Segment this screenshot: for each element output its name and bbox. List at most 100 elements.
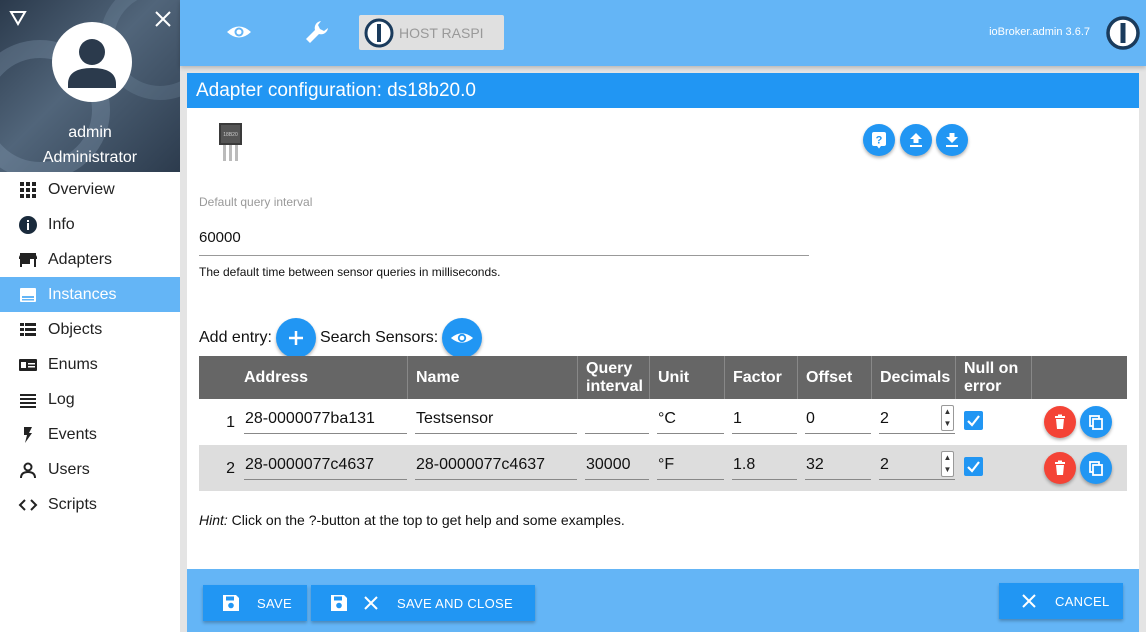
wrench-icon[interactable] — [304, 19, 330, 45]
sidebar-item-label: Overview — [48, 180, 115, 198]
search-sensors-button[interactable] — [442, 318, 483, 358]
unit-input[interactable] — [657, 404, 724, 434]
check-icon — [967, 415, 980, 427]
top-bar: HOST RASPI ioBroker.admin 3.6.7 — [180, 0, 1146, 66]
sidebar-item-label: Objects — [48, 320, 103, 338]
row-number: 1 — [226, 414, 235, 431]
help-icon: ? — [872, 132, 886, 149]
sidebar-item-instances[interactable]: Instances — [0, 277, 180, 312]
column-header-actions — [1031, 356, 1032, 399]
column-header-factor: Factor — [724, 356, 782, 399]
eye-icon — [451, 333, 474, 343]
sidebar-item-label: Adapters — [48, 250, 113, 268]
sidebar-item-enums[interactable]: Enums — [0, 347, 180, 382]
svg-text:?: ? — [876, 135, 883, 147]
search-sensors-label: Search Sensors: — [319, 329, 439, 346]
close-icon[interactable] — [153, 9, 173, 29]
user-profile-header: admin Administrator — [0, 0, 180, 172]
address-input[interactable] — [244, 450, 407, 480]
address-input[interactable] — [244, 404, 407, 434]
save-icon — [223, 595, 239, 611]
avatar — [52, 22, 132, 102]
unit-input[interactable] — [657, 450, 724, 480]
copy-icon — [1089, 415, 1103, 430]
sidebar-item-overview[interactable]: Overview — [0, 172, 180, 207]
column-header-offset: Offset — [797, 356, 852, 399]
sidebar-nav: Overview Info Adapters Instances Objects — [0, 172, 180, 522]
copy-row-button[interactable] — [1080, 406, 1112, 438]
cancel-button[interactable]: CANCEL — [999, 583, 1123, 619]
sidebar-item-adapters[interactable]: Adapters — [0, 242, 180, 277]
bottom-action-bar: SAVE SAVE AND CLOSE CANCEL — [187, 569, 1139, 632]
trash-icon — [1055, 414, 1065, 429]
code-icon — [18, 495, 38, 515]
iobroker-logo-icon — [364, 18, 394, 47]
collapse-menu-icon[interactable] — [8, 8, 28, 28]
sidebar-item-label: Events — [48, 425, 97, 443]
null-on-error-checkbox[interactable] — [964, 457, 983, 476]
eye-icon[interactable] — [226, 19, 252, 45]
delete-row-button[interactable] — [1044, 406, 1076, 438]
table-header: Address Name Query interval Unit Factor … — [199, 356, 1127, 399]
null-on-error-checkbox[interactable] — [964, 411, 983, 430]
info-icon — [18, 215, 38, 235]
cancel-label: CANCEL — [1055, 593, 1110, 609]
copy-row-button[interactable] — [1080, 452, 1112, 484]
decimals-stepper[interactable]: ▲ ▼ — [941, 405, 954, 431]
sidebar-item-events[interactable]: Events — [0, 417, 180, 452]
query-interval-input[interactable] — [585, 404, 649, 434]
save-and-close-label: SAVE AND CLOSE — [397, 595, 513, 611]
sidebar-item-users[interactable]: Users — [0, 452, 180, 487]
query-interval-help: The default time between sensor queries … — [199, 265, 501, 279]
plus-icon — [288, 331, 303, 345]
person-icon — [18, 460, 38, 480]
column-header-address: Address — [244, 368, 309, 386]
grid-icon — [18, 180, 38, 200]
sidebar: admin Administrator Overview Info Adapte… — [0, 0, 180, 632]
offset-input[interactable] — [805, 450, 871, 480]
iobroker-logo-icon — [1106, 16, 1140, 50]
close-icon — [364, 596, 378, 610]
decimals-stepper[interactable]: ▲ ▼ — [941, 451, 954, 477]
name-input[interactable] — [415, 404, 577, 434]
host-selector-button[interactable]: HOST RASPI — [359, 15, 504, 50]
save-icon — [331, 595, 347, 611]
sensors-table: Address Name Query interval Unit Factor … — [199, 356, 1127, 491]
name-input[interactable] — [415, 450, 577, 480]
query-interval-input[interactable] — [199, 220, 809, 256]
sidebar-item-log[interactable]: Log — [0, 382, 180, 417]
upload-icon — [910, 133, 922, 147]
factor-input[interactable] — [732, 450, 797, 480]
sidebar-item-objects[interactable]: Objects — [0, 312, 180, 347]
column-header-name: Name — [407, 356, 460, 399]
save-and-close-button[interactable]: SAVE AND CLOSE — [311, 585, 535, 621]
add-entry-button[interactable] — [275, 318, 316, 358]
help-button[interactable]: ? — [863, 124, 895, 156]
user-name: admin — [68, 124, 112, 141]
entry-actions: Add entry: Search Sensors: — [199, 318, 486, 358]
query-interval-input[interactable] — [585, 450, 649, 480]
offset-input[interactable] — [805, 404, 871, 434]
save-button[interactable]: SAVE — [203, 585, 307, 621]
check-icon — [967, 461, 980, 473]
hint-body: Click on the ?-button at the top to get … — [227, 512, 625, 528]
page-title: Adapter configuration: ds18b20.0 — [187, 73, 1139, 108]
row-number: 2 — [226, 460, 235, 477]
sidebar-item-info[interactable]: Info — [0, 207, 180, 242]
sidebar-item-scripts[interactable]: Scripts — [0, 487, 180, 522]
close-icon — [1022, 594, 1036, 608]
sidebar-item-label: Scripts — [48, 495, 97, 513]
sidebar-item-label: Instances — [48, 285, 117, 303]
factor-input[interactable] — [732, 404, 797, 434]
upload-button[interactable] — [900, 124, 932, 156]
save-label: SAVE — [257, 595, 292, 611]
version-label: ioBroker.admin 3.6.7 — [989, 26, 1090, 38]
table-row: 2 ▲▼ — [199, 445, 1127, 491]
instances-icon — [18, 285, 38, 305]
download-button[interactable] — [936, 124, 968, 156]
delete-row-button[interactable] — [1044, 452, 1076, 484]
sensor-chip-icon: 18B20 — [219, 123, 242, 161]
user-role: Administrator — [42, 149, 138, 166]
column-header-decimals: Decimals — [871, 356, 950, 399]
sidebar-item-label: Enums — [48, 355, 98, 373]
